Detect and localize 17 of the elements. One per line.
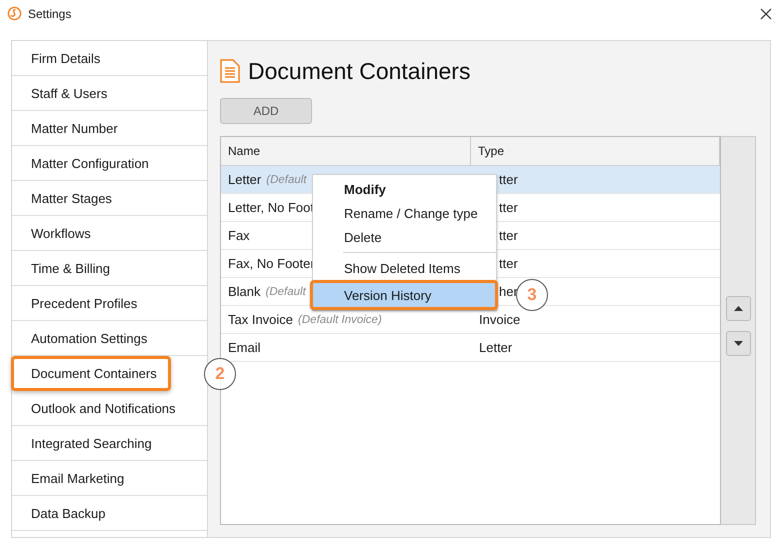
name-text: Letter [228, 172, 262, 187]
type-text: her [498, 284, 518, 299]
default-note: (Default [266, 286, 306, 298]
name-text: Fax [228, 228, 250, 243]
type-text: Invoice [478, 312, 520, 327]
name-text: Blank [228, 284, 261, 299]
type-text: tter [498, 228, 518, 243]
type-text: tter [498, 172, 518, 187]
default-note: (Default Invoice) [298, 314, 382, 326]
window-title: Settings [28, 6, 72, 20]
type-text: Letter [478, 340, 512, 355]
name-text: Email [228, 340, 261, 355]
page-title: Document Containers [248, 58, 470, 84]
name-text: Tax Invoice [228, 312, 294, 327]
default-note: (Default [266, 174, 307, 186]
type-text: tter [498, 200, 518, 215]
type-text: tter [498, 256, 518, 271]
